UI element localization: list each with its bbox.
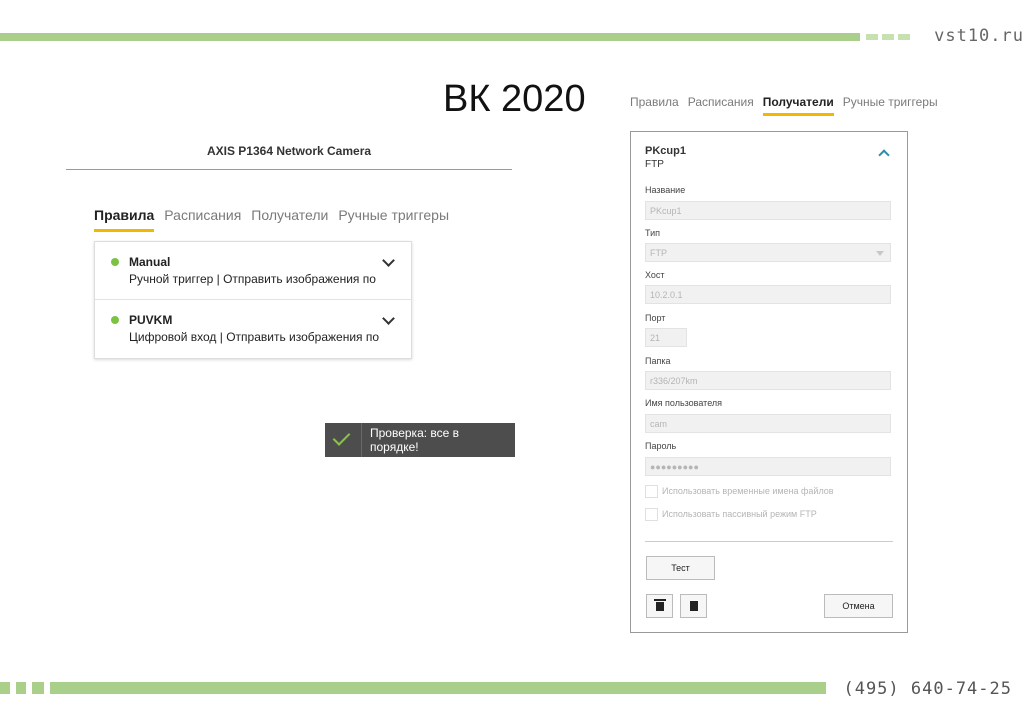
rule-item[interactable]: PUVKM Цифровой вход | Отправить изображе… — [95, 300, 411, 358]
rule-name: Manual — [129, 255, 171, 269]
copy-button[interactable] — [680, 594, 707, 618]
type-label: Тип — [645, 228, 661, 238]
folder-label: Папка — [645, 356, 671, 366]
username-label: Имя пользователя — [645, 398, 723, 408]
toast-message: Проверка: все в порядке! — [370, 426, 460, 454]
trash-icon — [654, 599, 666, 611]
port-label: Порт — [645, 313, 666, 323]
tab-schedules[interactable]: Расписания — [164, 207, 241, 232]
password-field[interactable]: ●●●●●●●●● — [645, 457, 891, 476]
name-label: Название — [645, 185, 686, 195]
site-url: vst10.ru — [934, 26, 1024, 46]
divider — [66, 169, 512, 170]
status-dot-icon — [111, 258, 119, 266]
username-field[interactable]: cam — [645, 414, 891, 433]
top-decor-square — [898, 34, 910, 40]
rule-description: Цифровой вход | Отправить изображения по — [129, 330, 380, 344]
tab-recipients[interactable]: Получатели — [762, 95, 834, 116]
passive-mode-checkbox[interactable] — [645, 508, 658, 521]
top-decor-bar — [0, 33, 860, 41]
recipient-card: PKcup1 FTP Название PKcup1 Тип FTP Хост … — [630, 131, 908, 633]
password-label: Пароль — [645, 441, 677, 451]
camera-title: AXIS P1364 Network Camera — [206, 144, 372, 158]
top-decor-square — [882, 34, 894, 40]
temp-names-label: Использовать временные имена файлов — [662, 486, 834, 496]
type-select[interactable]: FTP — [645, 243, 891, 262]
rule-description: Ручной триггер | Отправить изображения п… — [129, 272, 376, 286]
bottom-decor-square — [32, 682, 44, 694]
host-field[interactable]: 10.2.0.1 — [645, 285, 891, 304]
type-select-value: FTP — [650, 248, 667, 258]
tab-manual-triggers[interactable]: Ручные триггеры — [843, 95, 938, 116]
phone-number: (495) 640-74-25 — [843, 679, 1012, 699]
tab-rules[interactable]: Правила — [94, 207, 155, 232]
host-label: Хост — [645, 270, 665, 280]
recipient-tabs: Правила Расписания Получатели Ручные три… — [630, 95, 938, 116]
top-decor-square — [866, 34, 878, 40]
recipient-type: FTP — [645, 159, 664, 170]
rules-list: Manual Ручной триггер | Отправить изобра… — [94, 241, 412, 359]
status-dot-icon — [111, 316, 119, 324]
camera-tabs: Правила Расписания Получатели Ручные три… — [94, 207, 449, 232]
copy-icon — [687, 599, 698, 611]
tab-schedules[interactable]: Расписания — [688, 95, 754, 116]
name-field[interactable]: PKcup1 — [645, 201, 891, 220]
passive-mode-label: Использовать пассивный режим FTP — [662, 509, 817, 519]
recipient-name: PKcup1 — [645, 145, 686, 157]
chevron-up-icon[interactable] — [878, 149, 890, 161]
cancel-button[interactable]: Отмена — [824, 594, 893, 618]
tab-manual-triggers[interactable]: Ручные триггеры — [338, 207, 449, 232]
slide-title: ВК 2020 — [443, 78, 586, 120]
bottom-decor-bar — [50, 682, 826, 694]
delete-button[interactable] — [646, 594, 673, 618]
folder-field[interactable]: r336/207km — [645, 371, 891, 390]
test-button[interactable]: Тест — [646, 556, 715, 580]
bottom-decor-square — [16, 682, 26, 694]
tab-rules[interactable]: Правила — [630, 95, 679, 116]
rule-name: PUVKM — [129, 313, 173, 327]
port-field[interactable]: 21 — [645, 328, 687, 347]
chevron-down-icon[interactable] — [382, 312, 395, 325]
chevron-down-icon[interactable] — [382, 254, 395, 267]
rule-item[interactable]: Manual Ручной триггер | Отправить изобра… — [95, 242, 411, 300]
bottom-decor-square — [0, 682, 10, 694]
checkmark-icon — [325, 423, 362, 457]
dropdown-arrow-icon — [876, 251, 884, 256]
divider — [645, 541, 893, 542]
temp-names-checkbox[interactable] — [645, 485, 658, 498]
success-toast: Проверка: все в порядке! — [325, 423, 515, 457]
tab-recipients[interactable]: Получатели — [251, 207, 328, 232]
